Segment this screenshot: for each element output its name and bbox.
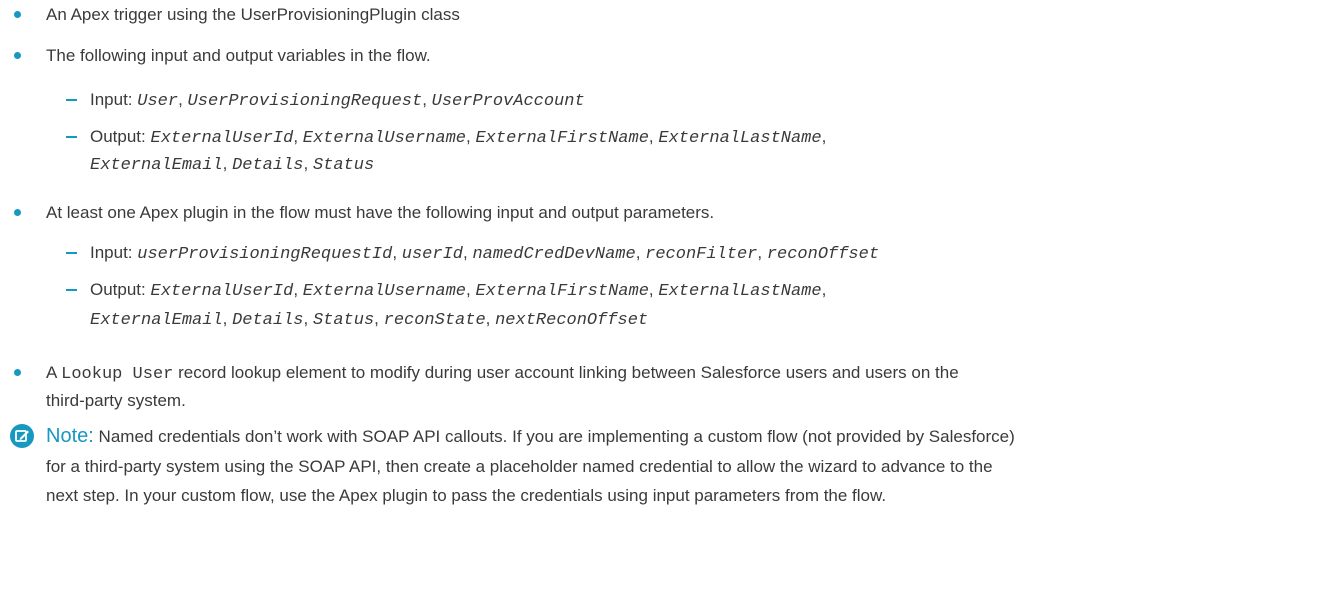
dash-marker: [66, 289, 77, 291]
list-item-lookup-user: A Lookup User record lookup element to m…: [46, 363, 959, 384]
dash-marker: [66, 252, 77, 254]
note-line-3: next step. In your custom flow, use the …: [46, 486, 887, 505]
plugin-output-line: Output: ExternalUserId, ExternalUsername…: [90, 280, 827, 301]
plugin-input-line: Input: userProvisioningRequestId, userId…: [90, 243, 880, 264]
pencil-square-icon: [15, 430, 29, 442]
note-label: Note:: [46, 425, 94, 447]
list-item-flow-variables: The following input and output variables…: [46, 46, 431, 65]
note-line-1: Note: Named credentials don’t work with …: [46, 425, 1015, 447]
list-item-apex-plugin: At least one Apex plugin in the flow mus…: [46, 203, 715, 222]
flow-input-line: Input: User, UserProvisioningRequest, Us…: [90, 90, 585, 111]
flow-output-line-2: ExternalEmail, Details, Status: [90, 154, 375, 175]
dash-marker: [66, 136, 77, 138]
list-item-apex-trigger: An Apex trigger using the UserProvisioni…: [46, 5, 460, 24]
list-item-lookup-user-cont: third-party system.: [46, 391, 186, 410]
plugin-output-line-2: ExternalEmail, Details, Status, reconSta…: [90, 309, 649, 330]
flow-output-line: Output: ExternalUserId, ExternalUsername…: [90, 127, 827, 148]
bullet-marker: [14, 11, 21, 18]
note-line-2: for a third-party system using the SOAP …: [46, 457, 993, 476]
bullet-marker: [14, 52, 21, 59]
bullet-marker: [14, 209, 21, 216]
bullet-marker: [14, 369, 21, 376]
dash-marker: [66, 99, 77, 101]
edit-note-icon: [10, 424, 34, 448]
